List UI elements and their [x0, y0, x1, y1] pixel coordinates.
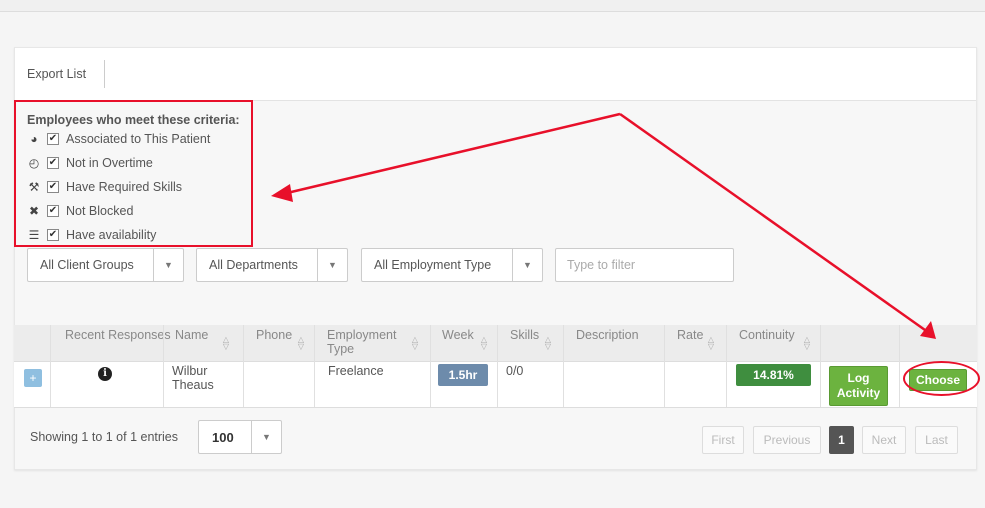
arrow-to-choose-line: [619, 112, 926, 332]
annotation-arrow-lines: [286, 112, 926, 332]
annotation-arrows: [271, 112, 936, 339]
arrow-head-left-icon: [271, 184, 293, 202]
arrow-head-right-icon: [920, 321, 936, 339]
arrow-to-criteria-line: [286, 112, 621, 195]
